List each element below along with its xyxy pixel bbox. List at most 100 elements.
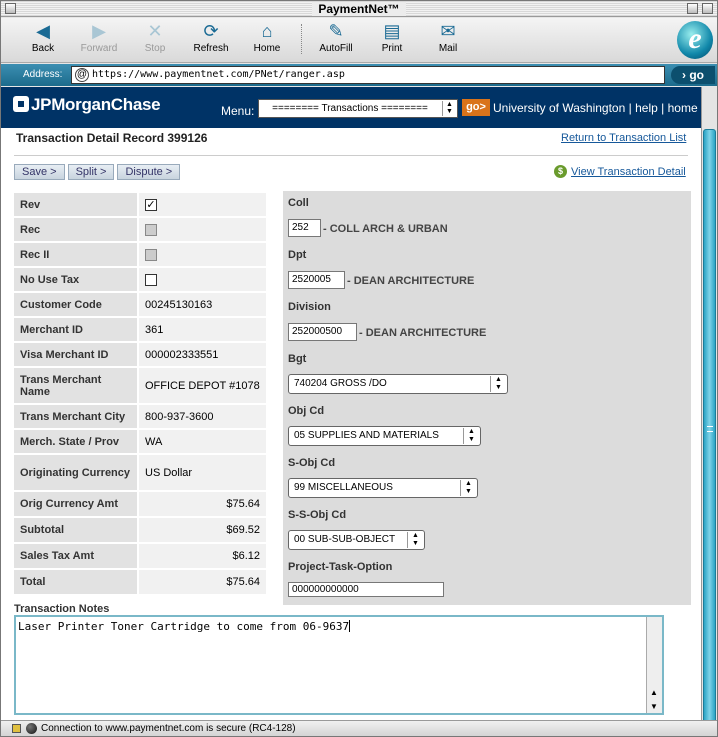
info-row-rec: Rec (14, 218, 266, 241)
project-task-option-label: Project-Task-Option (288, 561, 393, 573)
info-row-total: Total $75.64 (14, 570, 266, 594)
menu-label: Menu: (221, 104, 255, 118)
back-arrow-icon: ◀ (36, 21, 50, 41)
menu-select[interactable]: ======== Transactions ======== ▲ ▼ (258, 99, 458, 118)
info-row-visa-merchant-id: Visa Merchant ID 000002333551 (14, 343, 266, 366)
home-button[interactable]: ⌂ Home (239, 20, 295, 54)
mail-button[interactable]: ✉ Mail (420, 20, 476, 54)
dpt-label: Dpt (288, 249, 307, 261)
menu-go-button[interactable]: go> (462, 99, 490, 116)
info-row-no-use-tax: No Use Tax (14, 268, 266, 291)
rev-checkbox[interactable]: ✓ (145, 198, 157, 211)
help-link[interactable]: help (635, 101, 658, 115)
transaction-notes-label: Transaction Notes (14, 603, 110, 615)
info-row-trans-merchant-name: Trans Merchant Name OFFICE DEPOT #1078 (14, 368, 266, 403)
divider (14, 155, 688, 156)
info-row-merchant-id: Merchant ID 361 (14, 318, 266, 341)
browser-toolbar: ◀ Back ▶ Forward ✕ Stop ⟳ Refresh ⌂ Home… (1, 18, 717, 63)
refresh-icon: ⟳ (203, 21, 219, 41)
division-label: Division (288, 301, 331, 313)
browser-logo-icon: e (677, 21, 713, 59)
window-title: PaymentNet™ (312, 2, 406, 16)
action-buttons: Save > Split > Dispute > (14, 164, 183, 180)
autofill-icon: ✎ (328, 21, 344, 41)
print-button[interactable]: ▤ Print (364, 20, 420, 54)
bgt-select[interactable]: 740204 GROSS /DO ▲ ▼ (288, 374, 508, 394)
scroll-down-icon[interactable]: ▼ (650, 702, 658, 711)
split-button[interactable]: Split > (67, 164, 115, 180)
s-obj-cd-label: S-Obj Cd (288, 457, 336, 469)
division-description: - DEAN ARCHITECTURE (359, 327, 487, 339)
info-row-merch-state: Merch. State / Prov WA (14, 430, 266, 453)
coll-label: Coll (288, 197, 309, 209)
project-task-option-input[interactable]: 000000000000 (288, 582, 444, 597)
back-button[interactable]: ◀ Back (15, 20, 71, 54)
rec-ii-checkbox (145, 248, 157, 261)
globe-icon (26, 723, 37, 734)
transaction-notes-textarea[interactable]: Laser Printer Toner Cartridge to come fr… (14, 615, 664, 715)
scrollbar-thumb[interactable] (703, 129, 716, 729)
coll-description: - COLL ARCH & URBAN (323, 223, 448, 235)
octagon-logo-icon (13, 96, 29, 112)
info-row-sales-tax: Sales Tax Amt $6.12 (14, 544, 266, 568)
mail-icon: ✉ (440, 21, 456, 41)
forward-arrow-icon: ▶ (92, 21, 106, 41)
info-row-orig-currency-amt: Orig Currency Amt $75.64 (14, 492, 266, 516)
division-input[interactable]: 252000500 (288, 323, 357, 341)
no-use-tax-checkbox[interactable] (145, 273, 157, 286)
obj-cd-label: Obj Cd (288, 405, 325, 417)
bgt-label: Bgt (288, 353, 307, 365)
s-s-obj-cd-select[interactable]: 00 SUB-SUB-OBJECT ▲ ▼ (288, 530, 425, 550)
dpt-description: - DEAN ARCHITECTURE (347, 275, 475, 287)
dollar-icon: $ (554, 165, 567, 178)
info-row-rev: Rev ✓ (14, 193, 266, 216)
s-s-obj-cd-label: S-S-Obj Cd (288, 509, 347, 521)
forward-button[interactable]: ▶ Forward (71, 20, 127, 54)
at-icon: @ (75, 68, 89, 82)
info-row-customer-code: Customer Code 00245130163 (14, 293, 266, 316)
home-icon: ⌂ (261, 21, 273, 41)
jpmorganchase-logo: JPMorganChase (13, 95, 161, 115)
title-bar: PaymentNet™ (1, 1, 717, 17)
stop-x-icon: ✕ (147, 21, 163, 41)
zoom-box-icon[interactable] (687, 3, 698, 14)
autofill-button[interactable]: ✎ AutoFill (308, 20, 364, 54)
org-link[interactable]: University of Washington (493, 101, 625, 115)
collapse-box-icon[interactable] (702, 3, 713, 14)
info-row-subtotal: Subtotal $69.52 (14, 518, 266, 542)
select-arrows-icon: ▲ ▼ (460, 480, 476, 496)
dispute-button[interactable]: Dispute > (117, 164, 181, 180)
accounting-panel: Coll 252 - COLL ARCH & URBAN Dpt 2520005… (283, 191, 691, 605)
stop-button[interactable]: ✕ Stop (127, 20, 183, 54)
info-row-trans-merchant-city: Trans Merchant City 800-937-3600 (14, 405, 266, 428)
save-button[interactable]: Save > (14, 164, 65, 180)
return-to-list-link[interactable]: Return to Transaction List (561, 132, 686, 144)
dpt-input[interactable]: 2520005 (288, 271, 345, 289)
obj-cd-select[interactable]: 05 SUPPLIES AND MATERIALS ▲ ▼ (288, 426, 481, 446)
refresh-button[interactable]: ⟳ Refresh (183, 20, 239, 54)
page-content: JPMorganChase Menu: ======== Transaction… (1, 87, 701, 720)
browser-window: PaymentNet™ ◀ Back ▶ Forward ✕ Stop ⟳ Re… (0, 0, 718, 737)
notes-scrollbar[interactable]: ▲ ▼ (646, 617, 662, 713)
info-row-rec-ii: Rec II (14, 243, 266, 266)
scroll-up-icon[interactable]: ▲ (650, 688, 658, 697)
page-scrollbar[interactable] (701, 87, 717, 729)
select-arrows-icon: ▲ ▼ (407, 532, 423, 548)
info-row-originating-currency: Originating Currency US Dollar (14, 455, 266, 490)
coll-input[interactable]: 252 (288, 219, 321, 237)
address-go-button[interactable]: › go (671, 66, 715, 84)
address-bar: Address: @ https://www.paymentnet.com/PN… (1, 64, 717, 86)
home-link[interactable]: home (668, 101, 698, 115)
view-transaction-detail-link[interactable]: $ View Transaction Detail (554, 165, 686, 178)
transaction-info-table: Rev ✓ Rec Rec II No Use Tax Customer Cod… (14, 193, 266, 596)
lock-icon (12, 724, 21, 733)
print-icon: ▤ (383, 21, 401, 41)
address-url: https://www.paymentnet.com/PNet/ranger.a… (92, 69, 345, 80)
status-message: Connection to www.paymentnet.com is secu… (41, 723, 296, 734)
page-title: Transaction Detail Record 399126 (16, 131, 208, 145)
s-obj-cd-select[interactable]: 99 MISCELLANEOUS ▲ ▼ (288, 478, 478, 498)
text-caret (349, 620, 351, 632)
header-links: University of Washington | help | home (493, 101, 698, 115)
select-arrows-icon: ▲ ▼ (463, 428, 479, 444)
address-field[interactable]: @ https://www.paymentnet.com/PNet/ranger… (71, 66, 665, 84)
